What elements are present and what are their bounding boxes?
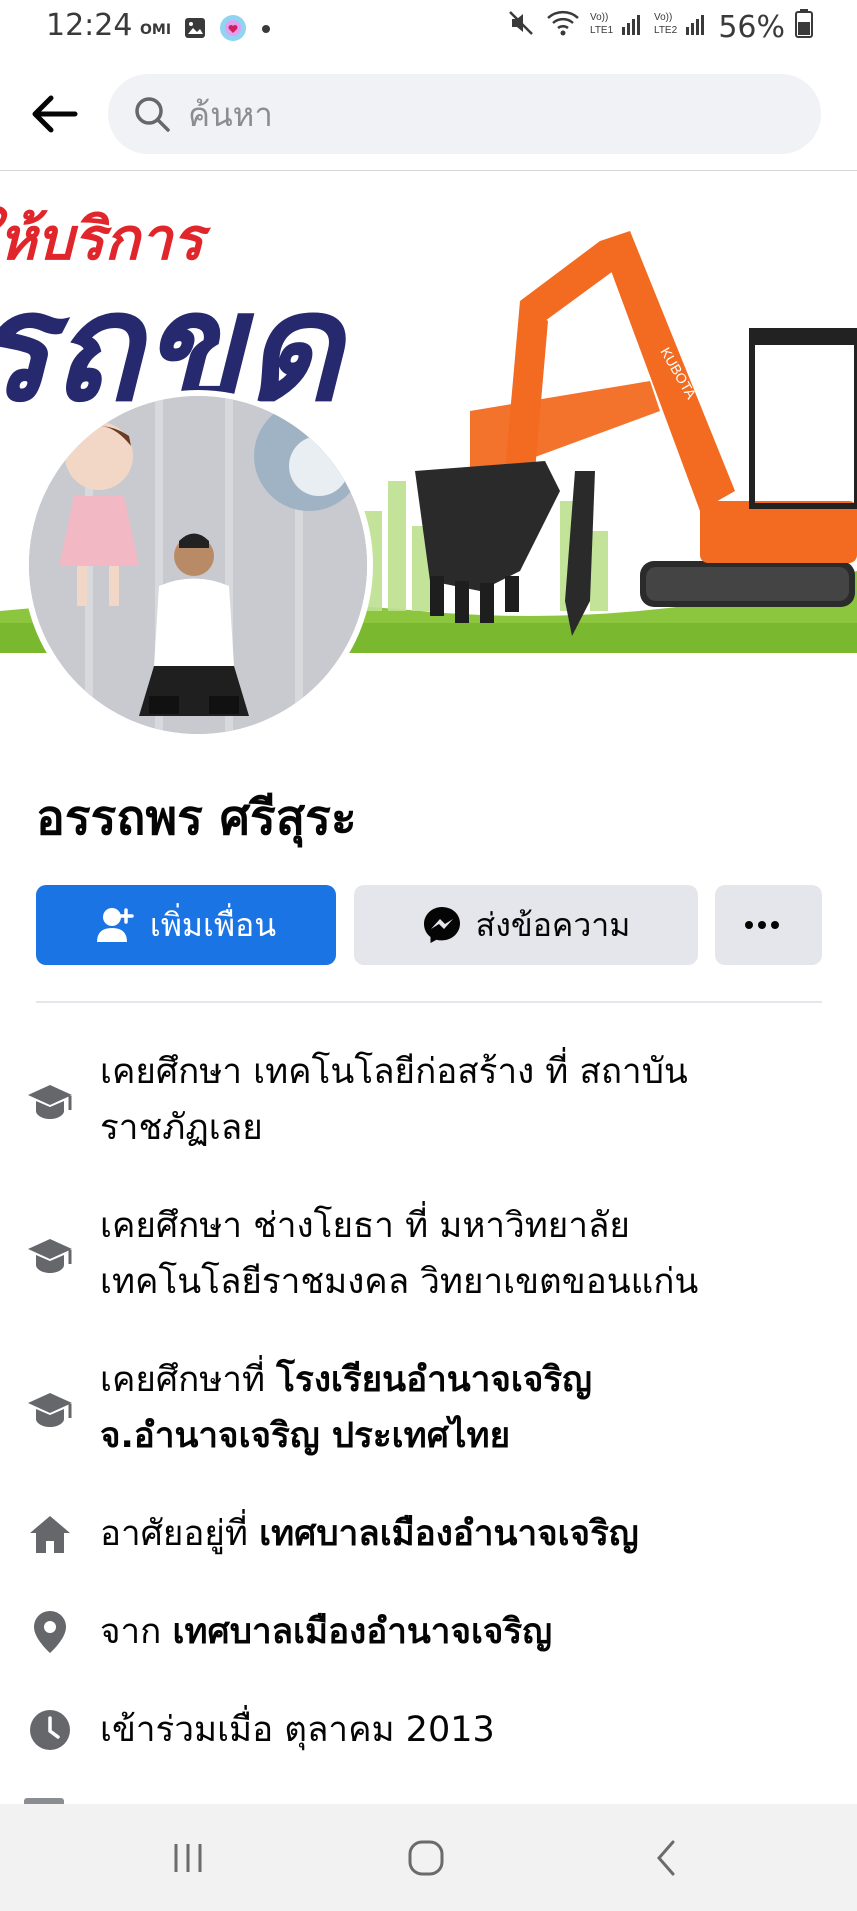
add-friend-icon [96, 908, 134, 942]
recent-apps-button[interactable] [148, 1830, 228, 1886]
search-input[interactable] [186, 93, 790, 135]
top-bar [0, 58, 857, 172]
detail-3-prefix: เคยศึกษาที่ [100, 1360, 277, 1400]
detail-5-prefix: จาก [100, 1612, 173, 1652]
more-options-button[interactable] [715, 885, 822, 965]
gallery-icon [183, 16, 207, 44]
profile-name: อรรถพร ศรีสุระ [36, 790, 357, 846]
signal-sim2-icon: Vo)) LTE2 [654, 9, 708, 45]
recent-apps-icon [174, 1844, 202, 1872]
home-button[interactable] [386, 1830, 466, 1886]
omi-icon: OMI [140, 22, 172, 38]
detail-2-line1: เคยศึกษา ช่างโยธา ที่ มหาวิทยาลัย [100, 1206, 630, 1246]
divider [36, 1001, 822, 1003]
detail-3-line2[interactable]: จ.อำนาจเจริญ ประเทศไทย [100, 1416, 510, 1456]
detail-4-prefix: อาศัยอยู่ที่ [100, 1514, 260, 1554]
back-arrow-icon [32, 95, 78, 133]
mute-icon [506, 8, 536, 46]
clock-icon [24, 1704, 76, 1756]
search-icon [135, 97, 170, 132]
home-icon [24, 1508, 76, 1560]
back-button[interactable] [24, 88, 84, 140]
battery-percent: 56% [718, 9, 785, 45]
wifi-icon [546, 9, 580, 45]
detail-1-line2: ราชภัฏเลย [100, 1108, 263, 1148]
detail-5-place-link[interactable]: เทศบาลเมืองอำนาจเจริญ [172, 1612, 552, 1652]
svg-text:LTE1: LTE1 [590, 25, 614, 36]
battery-icon [795, 8, 813, 46]
notification-icons: OMI [140, 14, 273, 46]
back-chevron-icon [657, 1840, 675, 1876]
profile-avatar[interactable] [23, 390, 373, 740]
graduation-cap-icon [24, 1384, 76, 1436]
back-nav-button[interactable] [627, 1830, 707, 1886]
location-pin-icon [24, 1606, 76, 1658]
status-right: Vo)) LTE1 Vo)) LTE2 56% [506, 8, 813, 46]
detail-6-text: เข้าร่วมเมื่อ ตุลาคม 2013 [100, 1710, 495, 1750]
add-friend-button[interactable]: เพิ่มเพื่อน [36, 885, 336, 965]
app-notification-icon [219, 14, 247, 46]
graduation-cap-icon [24, 1230, 76, 1282]
status-time: 12:24 [46, 8, 133, 43]
detail-3-school-link[interactable]: โรงเรียนอำนาจเจริญ [276, 1360, 592, 1400]
status-bar: 12:24 OMI Vo)) LTE1 Vo)) LTE2 56% [0, 0, 857, 58]
avatar-photo [29, 396, 367, 734]
detail-1-line1: เคยศึกษา เทคโนโลยีก่อสร้าง ที่ สถาบัน [100, 1052, 688, 1092]
more-icon [744, 921, 779, 929]
add-friend-label: เพิ่มเพื่อน [149, 905, 277, 944]
detail-2-line2: เทคโนโลยีราชมงคล วิทยาเขตขอนแก่น [100, 1262, 699, 1302]
home-circle-icon [408, 1840, 444, 1876]
signal-sim1-icon: Vo)) LTE1 [590, 9, 644, 45]
message-button[interactable]: ส่งข้อความ [354, 885, 698, 965]
graduation-cap-icon [24, 1076, 76, 1128]
svg-text:Vo)): Vo)) [654, 12, 672, 23]
svg-text:Vo)): Vo)) [590, 12, 608, 23]
message-label: ส่งข้อความ [475, 905, 631, 944]
system-nav-bar [0, 1804, 857, 1911]
svg-text:LTE2: LTE2 [654, 25, 678, 36]
detail-4-place-link[interactable]: เทศบาลเมืองอำนาจเจริญ [259, 1514, 639, 1554]
search-bar[interactable] [108, 74, 821, 154]
dot-icon [259, 21, 273, 40]
messenger-icon [423, 907, 460, 943]
